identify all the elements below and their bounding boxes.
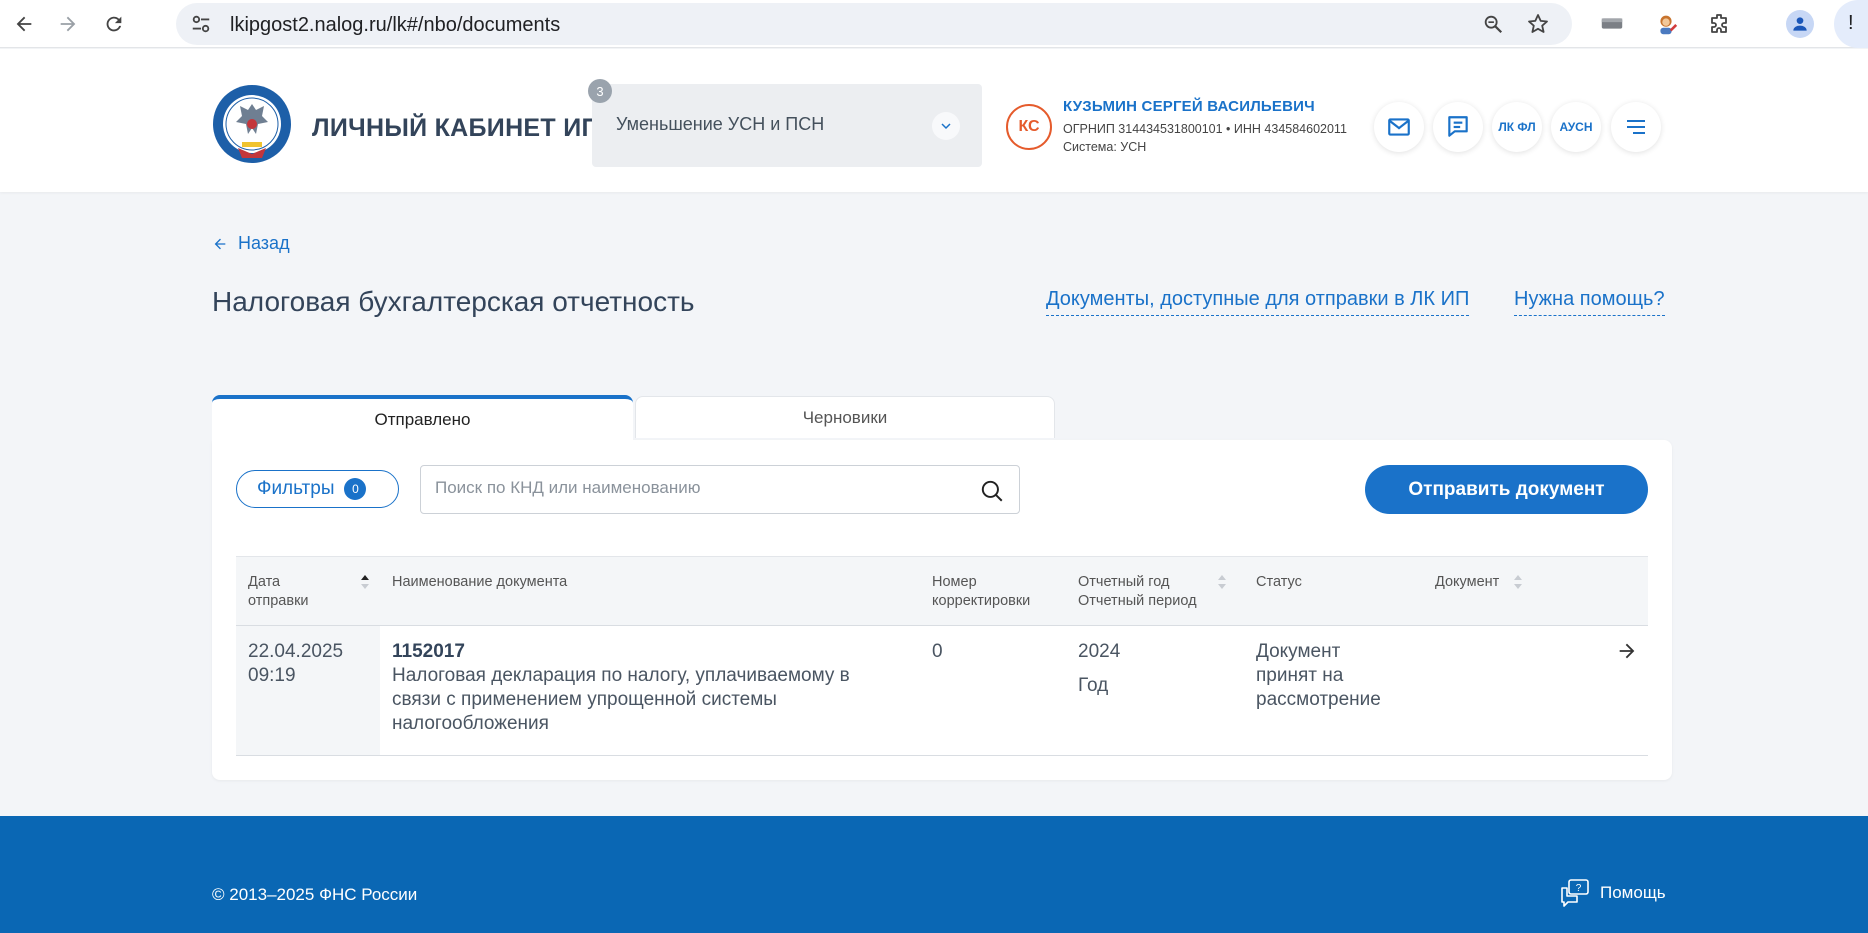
mode-select-label: Уменьшение УСН и ПСН [616, 114, 825, 134]
bookmark-star-icon[interactable] [1526, 12, 1550, 36]
col-document-name: Наименование документа [392, 574, 568, 590]
row-date: 22.04.2025 09:19 [248, 641, 344, 686]
reload-icon[interactable] [98, 8, 130, 40]
send-document-button[interactable]: Отправить документ [1365, 465, 1648, 514]
extension-icon[interactable] [1598, 10, 1626, 38]
col-document[interactable]: Документ [1435, 573, 1499, 592]
col-date[interactable]: Дата отправки [248, 573, 309, 611]
row-knd-code: 1152017 [392, 641, 465, 662]
browser-toolbar: lkipgost2.nalog.ru/lk#/nbo/documents ! [0, 0, 1868, 48]
table-header: Дата отправки Наименование документа Ном… [236, 556, 1648, 626]
ausn-button[interactable]: АУСН [1551, 102, 1601, 152]
tab-sent[interactable]: Отправлено [212, 395, 633, 440]
forward-arrow-icon[interactable] [52, 8, 84, 40]
profile-icon[interactable] [1786, 10, 1814, 38]
chevron-down-icon[interactable] [932, 112, 960, 140]
extensions-puzzle-icon[interactable] [1706, 10, 1734, 38]
search-box[interactable] [420, 465, 1020, 514]
footer-help-label: Помощь [1600, 883, 1666, 902]
mail-icon[interactable] [1374, 102, 1424, 152]
search-icon[interactable] [979, 478, 1005, 504]
filters-label: Фильтры [257, 478, 335, 499]
site-header: ЛИЧНЫЙ КАБИНЕТ ИП 3 Уменьшение УСН и ПСН… [0, 49, 1868, 192]
arrow-right-icon[interactable] [1616, 640, 1638, 662]
row-correction: 0 [932, 641, 943, 662]
row-document: 1152017 Налоговая декларация по налогу, … [392, 641, 850, 734]
user-tax-system: Система: УСН [1063, 140, 1147, 154]
browser-menu-button[interactable]: ! [1834, 0, 1868, 48]
footer-help-link[interactable]: ? Помощь [1560, 878, 1666, 908]
col-correction-number: Номер корректировки [932, 574, 1031, 609]
lk-fl-button[interactable]: ЛК ФЛ [1492, 102, 1542, 152]
site-settings-icon[interactable] [190, 13, 212, 35]
col-reporting-year[interactable]: Отчетный год Отчетный период [1078, 573, 1197, 611]
tab-drafts[interactable]: Черновики [635, 396, 1055, 438]
copyright: © 2013–2025 ФНС России [212, 885, 418, 904]
row-status: Документ принят на рассмотрение [1256, 641, 1381, 710]
back-arrow-icon[interactable] [8, 8, 40, 40]
user-ids: ОГРНИП 314434531800101 • ИНН 43458460201… [1063, 122, 1347, 136]
row-period: Год [1078, 675, 1109, 696]
address-bar[interactable]: lkipgost2.nalog.ru/lk#/nbo/documents [176, 3, 1572, 45]
back-link-label: Назад [238, 233, 290, 253]
need-help-link[interactable]: Нужна помощь? [1514, 288, 1665, 316]
site-footer: © 2013–2025 ФНС России ? Помощь [0, 816, 1868, 933]
search-input[interactable] [435, 478, 955, 498]
menu-hamburger-icon[interactable] [1611, 102, 1661, 152]
filters-button[interactable]: Фильтры 0 [236, 470, 399, 508]
mode-select[interactable]: 3 Уменьшение УСН и ПСН [588, 79, 982, 167]
documents-panel: Фильтры 0 Отправить документ Дата отправ… [212, 440, 1672, 780]
row-year: 2024 [1078, 641, 1121, 662]
documents-table: Дата отправки Наименование документа Ном… [236, 556, 1648, 756]
url-text[interactable]: lkipgost2.nalog.ru/lk#/nbo/documents [230, 14, 560, 37]
back-link[interactable]: Назад [212, 233, 290, 254]
fns-emblem-logo[interactable] [212, 84, 292, 164]
sort-icon[interactable] [1513, 573, 1523, 591]
available-documents-link[interactable]: Документы, доступные для отправки в ЛК И… [1046, 288, 1470, 316]
sort-asc-icon[interactable] [360, 573, 370, 591]
sort-icon[interactable] [1217, 573, 1227, 591]
zoom-icon[interactable] [1482, 13, 1504, 35]
mode-badge: 3 [588, 79, 612, 103]
cabinet-title[interactable]: ЛИЧНЫЙ КАБИНЕТ ИП [312, 114, 600, 143]
user-name[interactable]: КУЗЬМИН СЕРГЕЙ ВАСИЛЬЕВИЧ [1063, 98, 1315, 115]
extension-avatar-icon[interactable] [1652, 10, 1680, 38]
chat-icon[interactable] [1433, 102, 1483, 152]
filters-count-badge: 0 [344, 478, 367, 500]
col-status: Статус [1256, 574, 1302, 590]
user-avatar[interactable]: КС [1006, 104, 1052, 150]
help-chat-icon: ? [1561, 879, 1589, 907]
page-title: Налоговая бухгалтерская отчетность [212, 286, 695, 317]
table-row[interactable]: 22.04.2025 09:19 1152017 Налоговая декла… [236, 626, 1648, 756]
arrow-left-icon [214, 238, 226, 249]
svg-text:?: ? [1576, 883, 1582, 894]
